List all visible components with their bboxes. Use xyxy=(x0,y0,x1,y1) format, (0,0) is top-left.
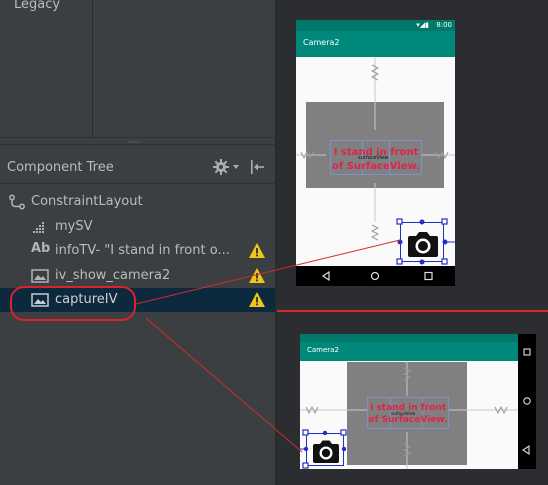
left-panel: Legacy ⋯⋯ Component Tree ConstraintLayou… xyxy=(0,0,275,485)
collapse-panel-button[interactable] xyxy=(248,158,266,176)
warning-icon[interactable] xyxy=(248,242,266,259)
portrait-preview[interactable]: ▾◢▮ 8:00 Camera2 surfaceView I stand in … xyxy=(296,20,455,286)
palette-area: Legacy xyxy=(0,0,275,137)
tree-item-label: iv_show_camera2 xyxy=(55,268,171,283)
back-icon xyxy=(522,444,530,456)
panel-splitter[interactable]: ⋯⋯ xyxy=(0,137,275,146)
gear-button[interactable] xyxy=(212,158,240,176)
tree-item-iv-show-camera2[interactable]: iv_show_camera2 xyxy=(0,264,275,288)
home-icon xyxy=(370,271,380,281)
surface-view-icon xyxy=(31,219,49,235)
recents-icon xyxy=(523,348,531,356)
tree-item-label: infoTV- "I stand in front o... xyxy=(55,243,230,258)
warning-icon[interactable] xyxy=(248,267,266,284)
tree-item-label: mySV xyxy=(55,219,93,234)
navigation-bar xyxy=(518,334,536,469)
selection-handles xyxy=(396,218,455,265)
tree-item-label: ConstraintLayout xyxy=(31,194,143,209)
text-view-icon: Ab xyxy=(31,241,51,256)
splitter-grip-icon: ⋯⋯ xyxy=(127,138,141,146)
image-view-icon xyxy=(31,268,49,284)
palette-category-legacy[interactable]: Legacy xyxy=(14,0,60,12)
annotation-highlight-oval xyxy=(10,286,136,321)
recents-icon xyxy=(424,271,433,281)
annotation-separator-line xyxy=(277,310,548,312)
landscape-preview[interactable]: Camera2 surfaceView I stand in front of … xyxy=(300,334,518,469)
tree-item-constraintlayout[interactable]: ConstraintLayout xyxy=(0,190,275,214)
back-icon xyxy=(321,270,330,282)
home-icon xyxy=(523,397,531,405)
constraint-layout-icon xyxy=(8,194,26,210)
component-tree-title: Component Tree xyxy=(7,160,114,175)
palette-column-divider xyxy=(92,0,93,137)
selection-handles xyxy=(300,429,347,469)
hide-panel-icon xyxy=(251,160,264,174)
tree-item-infotv[interactable]: Ab infoTV- "I stand in front o... xyxy=(0,239,275,263)
navigation-bar xyxy=(296,266,455,286)
warning-icon[interactable] xyxy=(248,291,266,308)
gear-icon xyxy=(213,159,239,175)
tree-item-mysv[interactable]: mySV xyxy=(0,215,275,239)
component-tree-header: Component Tree xyxy=(0,146,275,184)
